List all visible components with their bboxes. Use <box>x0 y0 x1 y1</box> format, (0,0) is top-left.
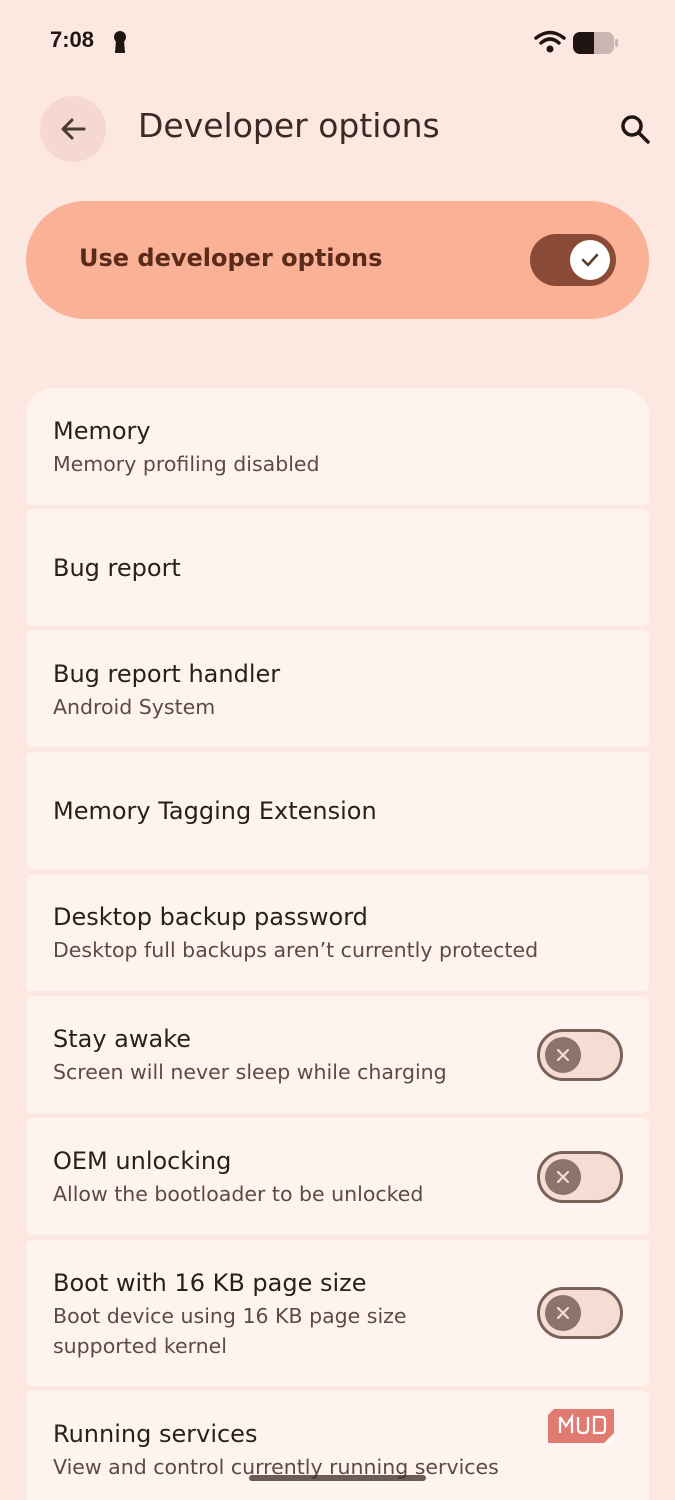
setting-bug-report[interactable]: Bug report <box>26 509 649 626</box>
gesture-nav-handle[interactable] <box>249 1475 426 1481</box>
oem-unlocking-switch[interactable] <box>537 1151 623 1203</box>
use-developer-options-switch[interactable] <box>530 234 616 286</box>
status-bar: 7:08 <box>0 0 675 84</box>
muo-watermark-logo <box>548 1409 614 1443</box>
status-time: 7:08 <box>50 27 95 52</box>
setting-memory-tagging-extension[interactable]: Memory Tagging Extension <box>26 752 649 869</box>
check-icon <box>581 253 599 267</box>
setting-memory[interactable]: Memory Memory profiling disabled <box>26 388 649 505</box>
switch-thumb <box>570 240 610 280</box>
boot-16kb-switch[interactable] <box>537 1287 623 1339</box>
arrow-back-icon <box>61 118 86 140</box>
setting-subtitle: Allow the bootloader to be unlocked <box>53 1182 424 1206</box>
wifi-icon <box>534 30 566 53</box>
switch-thumb <box>545 1159 581 1195</box>
search-icon <box>621 115 650 144</box>
close-icon <box>556 1170 570 1184</box>
setting-title: Memory Tagging Extension <box>53 797 377 825</box>
battery-icon <box>573 32 618 54</box>
setting-title: Memory <box>53 417 151 445</box>
setting-title: Desktop backup password <box>53 903 368 931</box>
setting-title: OEM unlocking <box>53 1147 232 1175</box>
keyhole-icon <box>114 31 126 53</box>
setting-subtitle: Screen will never sleep while charging <box>53 1060 447 1084</box>
setting-subtitle: Memory profiling disabled <box>53 452 320 476</box>
setting-subtitle-line-1: Boot device using 16 KB page size <box>53 1304 407 1328</box>
close-icon <box>556 1048 570 1062</box>
setting-boot-16kb-page-size[interactable]: Boot with 16 KB page size Boot device us… <box>26 1240 649 1386</box>
setting-title: Boot with 16 KB page size <box>53 1269 367 1297</box>
setting-subtitle: Desktop full backups aren’t currently pr… <box>53 938 539 962</box>
setting-stay-awake[interactable]: Stay awake Screen will never sleep while… <box>26 996 649 1113</box>
page-title: Developer options <box>138 106 440 145</box>
setting-desktop-backup-password[interactable]: Desktop backup password Desktop full bac… <box>26 874 649 991</box>
setting-running-services[interactable]: Running services View and control curren… <box>26 1391 649 1500</box>
setting-title: Bug report <box>53 554 181 582</box>
switch-thumb <box>545 1037 581 1073</box>
use-developer-options-card[interactable]: Use developer options <box>26 201 649 319</box>
use-developer-options-label: Use developer options <box>79 244 383 272</box>
app-bar: Developer options <box>0 96 675 162</box>
setting-title: Bug report handler <box>53 660 281 688</box>
setting-oem-unlocking[interactable]: OEM unlocking Allow the bootloader to be… <box>26 1118 649 1235</box>
close-icon <box>556 1306 570 1320</box>
setting-subtitle: Android System <box>53 695 216 719</box>
setting-bug-report-handler[interactable]: Bug report handler Android System <box>26 630 649 747</box>
setting-title: Running services <box>53 1420 258 1448</box>
back-button[interactable] <box>40 96 106 162</box>
search-button[interactable] <box>612 106 658 152</box>
setting-subtitle-line-2: supported kernel <box>53 1334 227 1358</box>
switch-thumb <box>545 1295 581 1331</box>
stay-awake-switch[interactable] <box>537 1029 623 1081</box>
setting-title: Stay awake <box>53 1025 192 1053</box>
